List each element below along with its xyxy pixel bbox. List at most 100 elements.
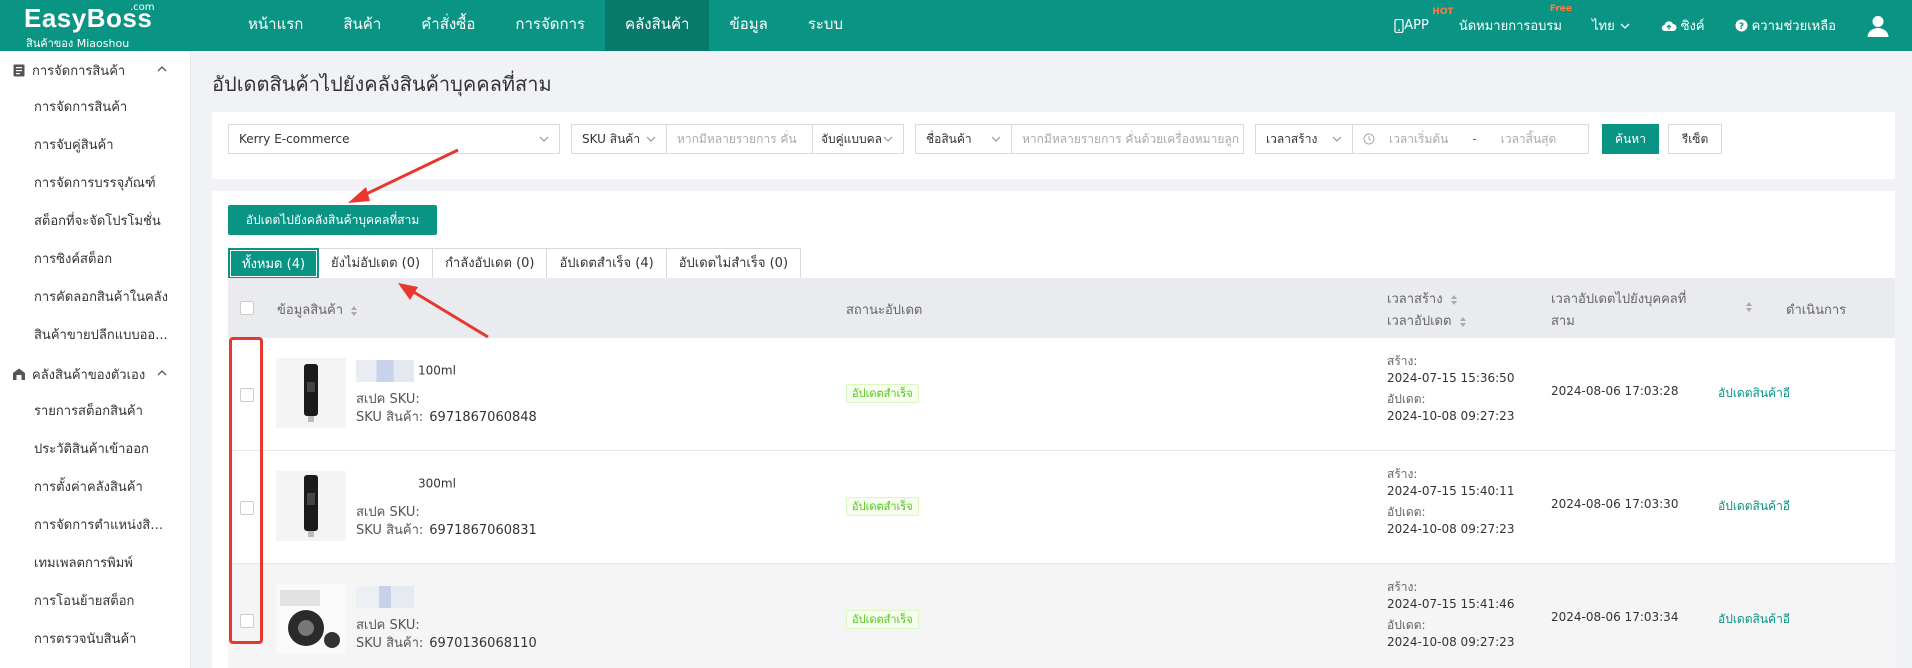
reset-button[interactable]: รีเซ็ต: [1668, 124, 1722, 154]
third-party-update-time: 2024-08-06 17:03:30: [1551, 497, 1679, 511]
table-header: ข้อมูลสินค้า สถานะอัปเดต เวลาสร้าง เวลาอ…: [228, 278, 1895, 338]
chevron-down-icon: [883, 136, 893, 142]
results-panel: อัปเดตไปยังคลังสินค้าบุคคลที่สาม ทั้งหมด…: [212, 191, 1895, 668]
warehouse-icon: [13, 368, 25, 380]
sidebar-item-warehouse-settings[interactable]: การตั้งค่าคลังสินค้า: [0, 469, 190, 507]
search-button[interactable]: ค้นหา: [1602, 124, 1659, 154]
sidebar-item-location-management[interactable]: การจัดการตำแหน่งสินค้า: [0, 507, 190, 545]
update-product-link[interactable]: อัปเดตสินค้าอี: [1718, 384, 1790, 403]
updated-label: อัปเดต:: [1387, 392, 1426, 406]
match-type-select[interactable]: จับคู่แบบคล: [812, 124, 904, 154]
time-type-value: เวลาสร้าง: [1266, 131, 1318, 146]
created-time: 2024-07-15 15:40:11: [1387, 484, 1515, 498]
nav-management[interactable]: การจัดการ: [495, 0, 605, 51]
product-sku-label: SKU สินค้า:: [356, 410, 424, 425]
sidebar-group-own-warehouse[interactable]: คลังสินค้าของตัวเอง: [0, 355, 190, 393]
range-separator: -: [1472, 132, 1477, 146]
chevron-up-icon: [157, 370, 167, 376]
training-link[interactable]: นัดหมายการอบรม Free: [1459, 4, 1572, 36]
sidebar-item-print-templates[interactable]: เทมเพลตการพิมพ์: [0, 545, 190, 583]
tab-updating[interactable]: กำลังอัปเดต (0): [433, 248, 548, 279]
blurred-image-icon: [356, 473, 414, 495]
status-badge: อัปเดตสำเร็จ: [846, 497, 919, 516]
language-select[interactable]: ไทย: [1592, 15, 1631, 36]
sidebar-item-retail-products[interactable]: สินค้าขายปลีกแบบออ...: [0, 317, 190, 355]
update-product-link[interactable]: อัปเดตสินค้าอี: [1718, 610, 1790, 629]
top-navigation-bar: EasyBoss .com สินค้าของ Miaoshou หน้าแรก…: [0, 0, 1912, 51]
tab-update-failed[interactable]: อัปเดตไม่สำเร็จ (0): [666, 248, 802, 279]
brand-logo[interactable]: EasyBoss .com สินค้าของ Miaoshou: [0, 0, 192, 51]
sidebar-group-label: การจัดการสินค้า: [32, 63, 126, 79]
sku-type-select[interactable]: SKU สินค้า: [571, 124, 667, 154]
top-right-tools: APP HOT นัดหมายการอบรม Free ไทย ซิงค์ ? …: [1394, 0, 1912, 51]
update-product-link[interactable]: อัปเดตสินค้าอี: [1718, 497, 1790, 516]
header-third-party-time-line2: สาม: [1551, 314, 1575, 329]
chevron-up-icon: [157, 66, 167, 72]
updated-time: 2024-10-08 09:27:23: [1387, 522, 1515, 536]
product-thumbnail[interactable]: [276, 471, 346, 541]
sidebar-item-stock-sync[interactable]: การซิงค์สต็อก: [0, 241, 190, 279]
updated-time: 2024-10-08 09:27:23: [1387, 409, 1515, 423]
date-range-picker[interactable]: เวลาเริ่มต้น - เวลาสิ้นสุด: [1352, 124, 1589, 154]
svg-text:?: ?: [1738, 22, 1743, 32]
sidebar-group-label: คลังสินค้าของตัวเอง: [32, 367, 146, 383]
header-updated-time[interactable]: เวลาอัปเดต: [1387, 310, 1467, 331]
sidebar-item-stock-list[interactable]: รายการสต็อกสินค้า: [0, 393, 190, 431]
sidebar-item-warehouse-copy[interactable]: การคัดลอกสินค้าในคลัง: [0, 279, 190, 317]
third-party-update-time: 2024-08-06 17:03:34: [1551, 610, 1679, 624]
tab-not-updated[interactable]: ยังไม่อัปเดต (0): [319, 248, 434, 279]
header-third-party-time-line1: เวลาอัปเดตไปยังบุคคลที่: [1551, 292, 1687, 307]
tab-all[interactable]: ทั้งหมด (4): [228, 248, 320, 279]
warehouse-select-value: Kerry E-commerce: [239, 132, 350, 146]
phone-icon: [1394, 18, 1404, 33]
user-avatar-icon[interactable]: [1866, 14, 1890, 38]
update-to-third-party-button[interactable]: อัปเดตไปยังคลังสินค้าบุคคลที่สาม: [228, 205, 437, 235]
header-created-time[interactable]: เวลาสร้าง: [1387, 288, 1458, 309]
header-product-info[interactable]: ข้อมูลสินค้า: [277, 299, 358, 320]
nav-orders[interactable]: คำสั่งซื้อ: [401, 0, 495, 51]
checkbox-highlight-box: [229, 337, 263, 644]
header-operation: ดำเนินการ: [1786, 303, 1847, 318]
end-time-placeholder: เวลาสิ้นสุด: [1500, 131, 1557, 146]
nav-warehouse[interactable]: คลังสินค้า: [605, 0, 710, 51]
created-label: สร้าง:: [1387, 467, 1418, 481]
product-thumbnail[interactable]: [276, 584, 346, 654]
nav-products[interactable]: สินค้า: [323, 0, 401, 51]
sync-button[interactable]: ซิงค์: [1661, 15, 1705, 36]
sort-icon[interactable]: [1745, 301, 1753, 313]
nav-system[interactable]: ระบบ: [788, 0, 863, 51]
sidebar-group-product-management[interactable]: การจัดการสินค้า: [0, 51, 190, 89]
product-sku: SKU สินค้า: 6971867060831: [356, 519, 537, 540]
product-name-text: 100ml: [418, 363, 456, 378]
select-all-checkbox[interactable]: [240, 301, 254, 315]
name-type-select[interactable]: ชื่อสินค้า: [915, 124, 1012, 154]
blurred-image-icon: [356, 586, 414, 608]
sku-search-input[interactable]: หากมีหลายรายการ คั่น: [666, 124, 813, 154]
sku-type-value: SKU สินค้า: [582, 131, 641, 146]
product-thumbnail[interactable]: [276, 358, 346, 428]
page-title: อัปเดตสินค้าไปยังคลังสินค้าบุคคลที่สาม: [212, 72, 552, 96]
status-badge: อัปเดตสำเร็จ: [846, 610, 919, 629]
hot-badge: HOT: [1432, 7, 1454, 17]
sidebar-item-stock-history[interactable]: ประวัติสินค้าเข้าออก: [0, 431, 190, 469]
sidebar-item-packaging[interactable]: การจัดการบรรจุภัณฑ์: [0, 165, 190, 203]
sidebar-item-product-matching[interactable]: การจับคู่สินค้า: [0, 127, 190, 165]
nav-home[interactable]: หน้าแรก: [228, 0, 323, 51]
updated-label: อัปเดต:: [1387, 505, 1426, 519]
product-sku-label: SKU สินค้า:: [356, 523, 424, 538]
sort-icon: [1450, 294, 1457, 305]
app-link[interactable]: APP HOT: [1394, 7, 1454, 33]
sidebar-item-promo-stock[interactable]: สต็อกที่จะจัดโปรโมชั่น: [0, 203, 190, 241]
time-type-select[interactable]: เวลาสร้าง: [1255, 124, 1353, 154]
nav-data[interactable]: ข้อมูล: [709, 0, 787, 51]
created-label: สร้าง:: [1387, 354, 1418, 368]
sidebar-item-stock-transfer[interactable]: การโอนย้ายสต็อก: [0, 583, 190, 621]
name-search-input[interactable]: หากมีหลายรายการ คั่นด้วยเครื่องหมายลูก: [1011, 124, 1244, 154]
sidebar-item-stock-count[interactable]: การตรวจนับสินค้า: [0, 621, 190, 659]
sidebar-item-product-management[interactable]: การจัดการสินค้า: [0, 89, 190, 127]
sort-icon: [1459, 316, 1466, 327]
warehouse-select[interactable]: Kerry E-commerce: [228, 124, 560, 154]
tab-update-success[interactable]: อัปเดตสำเร็จ (4): [547, 248, 667, 279]
match-type-value: จับคู่แบบคล: [821, 131, 883, 146]
help-link[interactable]: ? ความช่วยเหลือ: [1735, 15, 1836, 36]
